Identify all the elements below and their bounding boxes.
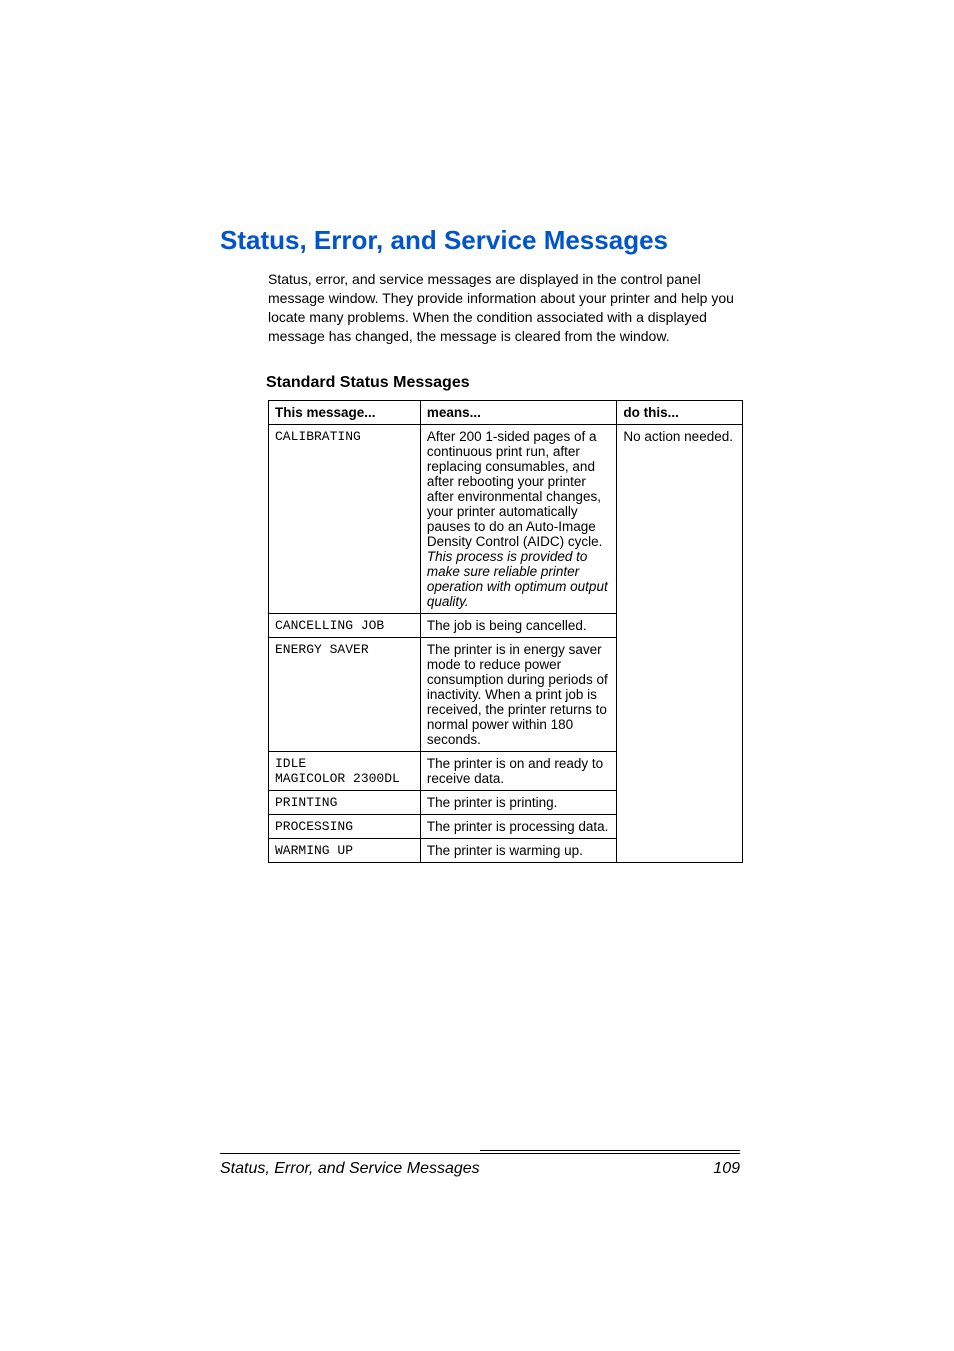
header-means: means... (420, 400, 617, 424)
page-content: Status, Error, and Service Messages Stat… (220, 225, 740, 863)
means-cell: The printer is on and ready to receive d… (420, 751, 617, 790)
table-row: CALIBRATING After 200 1-sided pages of a… (269, 424, 743, 613)
status-messages-table: This message... means... do this... CALI… (268, 400, 743, 863)
message-cell: PROCESSING (269, 814, 421, 838)
message-cell: ENERGY SAVER (269, 637, 421, 751)
means-cell: The printer is in energy saver mode to r… (420, 637, 617, 751)
footer-area: Status, Error, and Service Messages 109 (220, 1150, 740, 1178)
message-cell: WARMING UP (269, 838, 421, 862)
intro-paragraph: Status, error, and service messages are … (268, 270, 738, 346)
means-cell: The printer is warming up. (420, 838, 617, 862)
means-cell: After 200 1-sided pages of a continuous … (420, 424, 617, 613)
footer-title: Status, Error, and Service Messages (220, 1160, 480, 1178)
header-do-this: do this... (617, 400, 743, 424)
footer-bar: Status, Error, and Service Messages 109 (220, 1153, 740, 1178)
message-cell: IDLE MAGICOLOR 2300DL (269, 751, 421, 790)
message-cell: PRINTING (269, 790, 421, 814)
message-cell: CALIBRATING (269, 424, 421, 613)
message-cell: CANCELLING JOB (269, 613, 421, 637)
means-text-italic: This process is provided to make sure re… (427, 549, 608, 609)
footer-short-rule (480, 1150, 740, 1151)
page-title: Status, Error, and Service Messages (220, 225, 740, 256)
means-cell: The job is being cancelled. (420, 613, 617, 637)
section-subtitle: Standard Status Messages (266, 374, 740, 392)
header-this-message: This message... (269, 400, 421, 424)
means-cell: The printer is printing. (420, 790, 617, 814)
means-text-plain: After 200 1-sided pages of a continuous … (427, 429, 603, 549)
page-number: 109 (713, 1160, 740, 1178)
means-cell: The printer is processing data. (420, 814, 617, 838)
table-header-row: This message... means... do this... (269, 400, 743, 424)
action-cell: No action needed. (617, 424, 743, 862)
